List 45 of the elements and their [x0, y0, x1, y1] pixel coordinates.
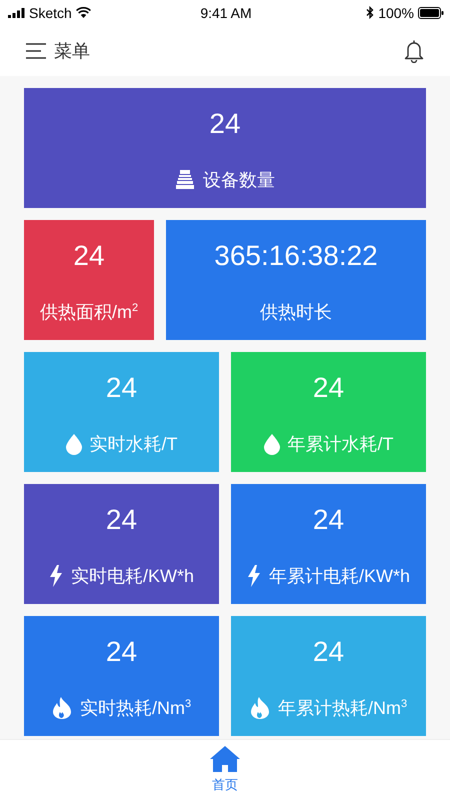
flame-icon: [250, 697, 270, 719]
wifi-icon: [76, 7, 91, 18]
bell-icon[interactable]: [404, 38, 424, 62]
device-icon: [175, 170, 195, 190]
stat-tile[interactable]: 365:16:38:22 供热时长: [166, 220, 426, 340]
stat-value: 24: [106, 372, 138, 404]
stat-tile[interactable]: 24 实时水耗/T: [24, 352, 219, 472]
stat-label: 实时热耗/Nm$^{3}$: [80, 697, 192, 720]
stat-value: 365:16:38:22: [214, 240, 378, 272]
home-icon: [210, 746, 240, 772]
status-time: 9:41 AM: [200, 4, 252, 20]
drop-icon: [66, 434, 82, 454]
stat-label: 年累计电耗/KW*h: [268, 565, 410, 588]
stat-label: 实时电耗/KW*h: [70, 565, 194, 588]
drop-icon: [264, 434, 280, 454]
stat-label: 实时水耗/T: [90, 433, 178, 456]
stat-tile[interactable]: 24 实时热耗/Nm$^{3}$: [24, 616, 219, 736]
stat-tile[interactable]: 24 年累计电耗/KW*h: [231, 484, 426, 604]
stat-value: 24: [312, 636, 344, 668]
stat-label: 年累计热耗/Nm$^{3}$: [278, 697, 408, 720]
stat-tile[interactable]: 24 年累计热耗/Nm$^{3}$: [231, 616, 426, 736]
flame-icon: [52, 697, 72, 719]
stat-label: 供热面积/m$^{2}$: [40, 301, 138, 324]
battery-icon: [418, 6, 444, 18]
stat-value: 24: [106, 636, 138, 668]
signal-icon: [8, 8, 25, 18]
menu-icon[interactable]: [26, 42, 46, 58]
stat-value: 24: [312, 372, 344, 404]
lightning-icon: [48, 565, 63, 587]
stat-label: 年累计水耗/T: [288, 433, 394, 456]
stat-tile[interactable]: 24 实时电耗/KW*h: [24, 484, 219, 604]
stat-value: 24: [312, 504, 344, 536]
stat-value: 24: [73, 240, 105, 272]
home-tab[interactable]: 首页: [210, 746, 240, 794]
stat-tile[interactable]: 24 供热面积/m$^{2}$: [24, 220, 154, 340]
stat-tile[interactable]: 24 设备数量: [24, 88, 426, 208]
stat-value: 24: [209, 108, 241, 140]
menu-label[interactable]: 菜单: [54, 38, 90, 62]
stat-value: 24: [106, 504, 138, 536]
bluetooth-icon: [366, 6, 374, 19]
stat-label: 设备数量: [203, 169, 275, 192]
carrier-name: Sketch: [29, 4, 72, 20]
battery-percent: 100%: [378, 4, 414, 20]
lightning-icon: [246, 565, 261, 587]
stat-label: 供热时长: [260, 301, 332, 324]
